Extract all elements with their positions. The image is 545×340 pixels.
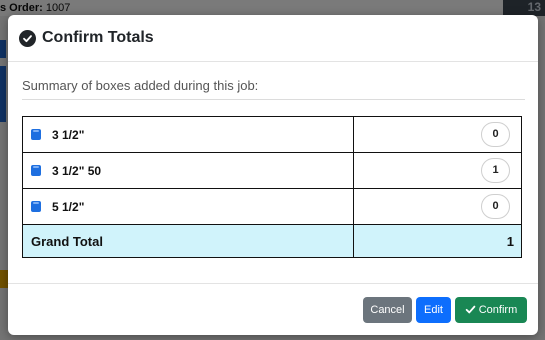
box-label: 5 1/2": [52, 199, 85, 214]
box-qty-cell: 0: [353, 116, 522, 153]
confirm-label: Confirm: [478, 303, 518, 316]
confirm-button[interactable]: Confirm: [455, 296, 527, 323]
qty-badge: 0: [481, 122, 510, 147]
grand-total-value: 1: [353, 224, 522, 258]
box-icon: [31, 164, 41, 176]
box-label: 3 1/2": [52, 127, 85, 142]
modal-header: Confirm Totals: [8, 15, 538, 62]
table-row: 3 1/2" 0: [22, 116, 522, 153]
box-qty-cell: 1: [353, 152, 522, 189]
box-name-cell: 3 1/2": [22, 116, 354, 153]
grand-total-row: Grand Total 1: [22, 224, 522, 258]
table-row: 5 1/2" 0: [22, 188, 522, 225]
check-icon: [465, 305, 476, 314]
edit-label: Edit: [424, 303, 443, 316]
check-circle-icon: [19, 29, 36, 47]
totals-table: 3 1/2" 0 3 1/2" 50 1 5 1/2" 0 Grand Tota…: [22, 116, 522, 258]
box-icon: [31, 200, 41, 212]
modal-title: Confirm Totals: [42, 29, 154, 46]
summary-text: Summary of boxes added during this job:: [22, 78, 525, 100]
modal-body: Summary of boxes added during this job: …: [8, 62, 538, 258]
cancel-label: Cancel: [370, 303, 405, 316]
modal-footer: Cancel Edit Confirm: [8, 283, 538, 335]
box-name-cell: 5 1/2": [22, 188, 354, 225]
table-row: 3 1/2" 50 1: [22, 152, 522, 189]
cancel-button[interactable]: Cancel: [363, 296, 412, 323]
box-icon: [31, 128, 41, 140]
box-name-cell: 3 1/2" 50: [22, 152, 354, 189]
qty-badge: 0: [481, 194, 510, 219]
grand-total-label: Grand Total: [22, 224, 354, 258]
confirm-totals-modal: Confirm Totals Summary of boxes added du…: [8, 15, 538, 335]
box-qty-cell: 0: [353, 188, 522, 225]
box-label: 3 1/2" 50: [52, 163, 102, 178]
edit-button[interactable]: Edit: [416, 296, 451, 323]
qty-badge: 1: [481, 158, 510, 183]
